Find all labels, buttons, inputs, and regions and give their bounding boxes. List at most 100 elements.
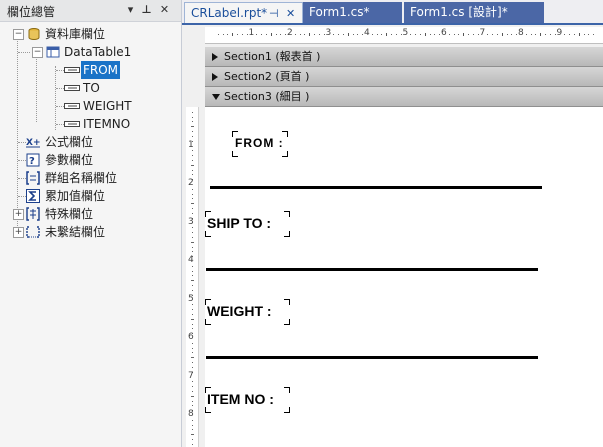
ruler-tick xyxy=(192,304,193,306)
tree-item-unbound-fields[interactable]: + 未繫結欄位 xyxy=(0,223,181,241)
ruler-tick xyxy=(191,241,194,243)
tab-form1-cs[interactable]: Form1.cs* xyxy=(303,2,402,23)
separator-line[interactable] xyxy=(206,356,538,359)
tree-item-running-total-fields[interactable]: 累加值欄位 xyxy=(0,187,181,205)
ruler-tick xyxy=(191,318,194,320)
ruler-tick xyxy=(593,34,595,35)
tree-item-datatable1[interactable]: − DataTable1 xyxy=(0,43,181,61)
expand-icon[interactable]: + xyxy=(13,209,24,220)
tree-label: 公式欄位 xyxy=(45,135,94,149)
ruler-number: 3 xyxy=(325,28,332,38)
report-field-from[interactable]: FROM : xyxy=(232,131,288,157)
ruler-tick xyxy=(347,33,349,36)
ruler-tick xyxy=(294,34,296,35)
ruler-tick xyxy=(314,34,316,35)
section-label: Section2 (頁首 ) xyxy=(224,70,310,83)
tab-crlabel-rpt[interactable]: CRLabel.rpt* ⊣ ✕ xyxy=(184,2,303,23)
ruler-tick xyxy=(192,342,193,344)
tree-label: DataTable1 xyxy=(64,45,132,59)
ruler-tick xyxy=(222,34,224,35)
report-design-canvas[interactable]: FROM : SHIP TO : WEIGHT : ITEM NO : xyxy=(205,107,603,447)
ruler-tick xyxy=(192,116,193,118)
ruler-tick xyxy=(192,150,193,152)
ruler-number: 2 xyxy=(287,28,293,38)
tree-label: 群組名稱欄位 xyxy=(45,171,118,185)
ruler-tick xyxy=(275,34,277,35)
expand-icon[interactable]: + xyxy=(13,227,24,238)
ruler-tick xyxy=(192,232,193,234)
tree-item-special-fields[interactable]: + 特殊欄位 xyxy=(0,205,181,223)
unbound-field-icon xyxy=(26,226,40,238)
report-field-weight[interactable]: WEIGHT : xyxy=(205,299,290,325)
tab-form1-designer[interactable]: Form1.cs [設計]* xyxy=(404,2,544,23)
ruler-tick xyxy=(191,357,194,359)
parameter-icon: ? xyxy=(26,153,40,167)
ruler-tick xyxy=(192,246,193,248)
tree-item-field-to[interactable]: TO xyxy=(0,79,181,97)
tree-item-field-from[interactable]: FROM xyxy=(0,61,181,79)
pin-icon[interactable]: ⊥ xyxy=(140,3,153,17)
ruler-tick xyxy=(304,34,306,35)
report-field-item-no[interactable]: ITEM NO : xyxy=(205,387,290,413)
expand-arrow-icon[interactable] xyxy=(212,73,218,81)
tree-item-database-fields[interactable]: − 資料庫欄位 xyxy=(0,25,181,43)
ruler-tick xyxy=(191,203,194,205)
table-icon xyxy=(46,46,60,58)
pin-icon[interactable]: ⊣ xyxy=(269,3,279,24)
ruler-tick xyxy=(192,429,193,431)
ruler-number: 3 xyxy=(188,216,194,227)
field-icon xyxy=(64,121,80,127)
ruler-tick xyxy=(217,34,219,35)
section-bar-page-header[interactable]: Section2 (頁首 ) xyxy=(205,67,603,87)
tab-label: Form1.cs [設計]* xyxy=(410,5,508,19)
tree-item-field-itemno[interactable]: ITEMNO xyxy=(0,115,181,133)
ruler-tick xyxy=(192,309,193,311)
section-bar-details[interactable]: Section3 (細目 ) xyxy=(205,87,603,107)
separator-line[interactable] xyxy=(206,268,538,271)
ruler-tick xyxy=(333,34,335,35)
vertical-ruler[interactable]: 1 2 3 4 5 6 7 8 xyxy=(182,107,205,447)
ruler-tick xyxy=(434,34,436,35)
tree-item-formula-fields[interactable]: X+1 公式欄位 xyxy=(0,133,181,151)
field-icon xyxy=(64,103,80,109)
field-explorer-panel: 欄位總管 ▾ ⊥ ✕ − 資料庫欄位 − DataTable1 FROM TO … xyxy=(0,0,182,447)
expand-arrow-icon[interactable] xyxy=(212,53,218,61)
ruler-tick xyxy=(265,34,267,35)
ruler-tick xyxy=(487,34,489,35)
ruler-tick xyxy=(191,280,194,282)
panel-title: 欄位總管 xyxy=(7,5,56,19)
collapse-arrow-icon[interactable] xyxy=(212,94,220,100)
ruler-tick xyxy=(192,270,193,272)
collapse-icon[interactable]: − xyxy=(13,29,24,40)
tree-item-field-weight[interactable]: WEIGHT xyxy=(0,97,181,115)
tree-label: 未繫結欄位 xyxy=(45,225,106,239)
field-text: ITEM NO : xyxy=(207,391,274,407)
ruler-tick xyxy=(191,434,194,436)
ruler-tick xyxy=(429,34,431,35)
section-bar-report-header[interactable]: Section1 (報表首 ) xyxy=(205,47,603,67)
ruler-tick xyxy=(395,34,397,35)
tree-item-group-name-fields[interactable]: 群組名稱欄位 xyxy=(0,169,181,187)
collapse-icon[interactable]: − xyxy=(32,47,43,58)
ruler-number: 8 xyxy=(518,28,524,38)
report-field-ship-to[interactable]: SHIP TO : xyxy=(205,211,290,237)
close-icon[interactable]: ✕ xyxy=(286,3,295,24)
ruler-number: 1 xyxy=(248,28,255,38)
ruler-number: 4 xyxy=(188,255,194,265)
ruler-tick xyxy=(299,34,301,35)
ruler-tick xyxy=(192,352,193,354)
panel-dropdown-icon[interactable]: ▾ xyxy=(124,3,137,17)
ruler-number: 9 xyxy=(556,28,563,38)
horizontal-ruler[interactable]: 1 2 3 4 5 6 7 8 9 xyxy=(205,27,603,44)
ruler-tick xyxy=(192,323,193,325)
ruler-tick xyxy=(192,188,193,190)
ruler-tick xyxy=(192,443,193,445)
ruler-tick xyxy=(192,227,193,229)
ruler-tick xyxy=(261,34,263,35)
separator-line[interactable] xyxy=(210,186,542,189)
ruler-tick xyxy=(192,313,193,315)
ruler-tick xyxy=(192,400,193,402)
tree-item-parameter-fields[interactable]: ? 參數欄位 xyxy=(0,151,181,169)
close-icon[interactable]: ✕ xyxy=(158,3,171,17)
field-icon xyxy=(64,85,80,91)
